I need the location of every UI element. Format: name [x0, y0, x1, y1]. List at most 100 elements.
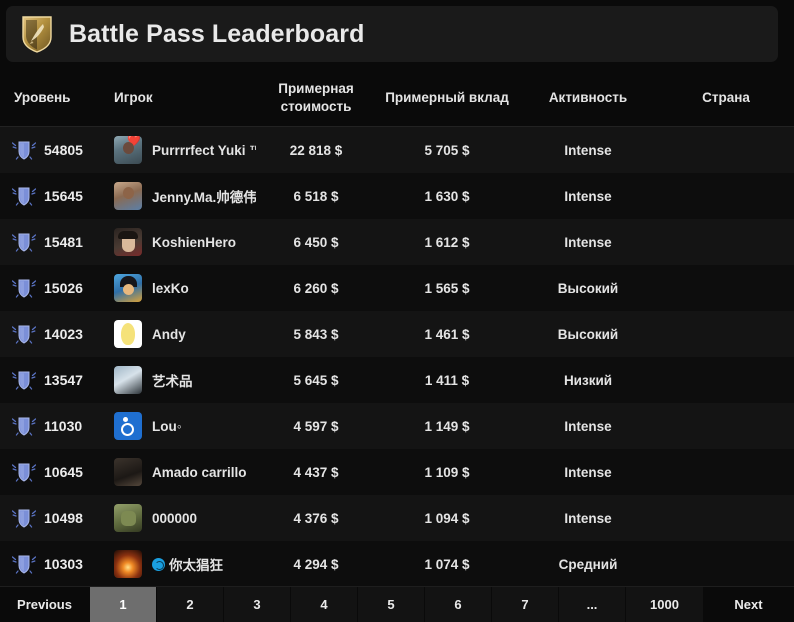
cell-level: 10498 — [0, 507, 104, 529]
level-shield-badge-icon — [11, 461, 37, 483]
table-row[interactable]: 15645 Jenny.Ma.帅德伟 6 518 $ 1 630 $ Intense — [0, 173, 794, 219]
header-card: Battle Pass Leaderboard — [6, 6, 778, 62]
cell-estimated-contribution: 1 149 $ — [424, 418, 470, 434]
player-name: Purrrrfect Yuki ™ — [152, 142, 256, 158]
dota-battle-pass-shield-icon — [20, 14, 54, 54]
level-shield-badge-icon — [11, 323, 37, 345]
cell-estimated-contribution: 1 411 $ — [424, 372, 470, 388]
cell-estimated-contribution: 1 074 $ — [424, 556, 470, 572]
page-title: Battle Pass Leaderboard — [69, 19, 365, 48]
cell-estimated-value: 4 437 $ — [293, 464, 339, 480]
cell-activity: Средний — [558, 556, 618, 572]
player-name-wrap: 艺术品 — [152, 370, 193, 390]
table-row[interactable]: 13547 艺术品 5 645 $ 1 411 $ Низкий — [0, 357, 794, 403]
table-row[interactable]: 54805 ❤️ Purrrrfect Yuki ™ 22 818 $ 5 705 $ I… — [0, 127, 794, 173]
cell-activity: Intense — [564, 464, 612, 480]
level-shield-badge-icon — [11, 185, 37, 207]
cell-estimated-value: 5 645 $ — [293, 372, 339, 388]
cell-estimated-contribution: 1 461 $ — [424, 326, 470, 342]
player-name: Jenny.Ma.帅德伟 — [152, 190, 256, 205]
avatar — [114, 182, 142, 210]
cell-activity: Высокий — [557, 280, 619, 296]
pagination-previous[interactable]: Previous — [0, 587, 90, 622]
cell-estimated-value: 4 376 $ — [293, 510, 339, 526]
table-row[interactable]: 10303 你太猖狂 4 294 $ 1 074 $ Средний — [0, 541, 794, 587]
cell-estimated-value: 4 597 $ — [293, 418, 339, 434]
level-shield-badge-icon — [11, 139, 37, 161]
player-name-wrap: Amado carrillo — [152, 465, 247, 480]
table-body: 54805 ❤️ Purrrrfect Yuki ™ 22 818 $ 5 705 $ I… — [0, 127, 794, 587]
pagination-page-1000[interactable]: 1000 — [626, 587, 704, 622]
level-value: 15481 — [44, 234, 83, 250]
level-shield-badge-icon — [11, 369, 37, 391]
player-name-wrap: Purrrrfect Yuki ™ — [152, 143, 256, 158]
column-header-contribution: Примерный вклад — [385, 89, 509, 105]
avatar — [114, 366, 142, 394]
cell-level: 13547 — [0, 369, 104, 391]
player-name: 艺术品 — [152, 374, 193, 389]
player-name: Amado carrillo — [152, 464, 247, 480]
cell-level: 15026 — [0, 277, 104, 299]
avatar: ❤️ — [114, 136, 142, 164]
table-row[interactable]: 15481 KoshienHero 6 450 $ 1 612 $ Intense — [0, 219, 794, 265]
cell-activity: Intense — [564, 188, 612, 204]
cell-player: Amado carrillo — [104, 458, 256, 486]
avatar — [114, 504, 142, 532]
pagination-pages: 1 2 3 4 5 6 7... 1000 — [90, 587, 704, 622]
cell-player: Lou◦ — [104, 412, 256, 440]
cell-player: 你太猖狂 — [104, 550, 256, 578]
level-value: 11030 — [44, 418, 83, 434]
pagination-page-6[interactable]: 6 — [425, 587, 492, 622]
table-row[interactable]: 10645 Amado carrillo 4 437 $ 1 109 $ Intense — [0, 449, 794, 495]
pagination-page-7[interactable]: 7 — [492, 587, 559, 622]
player-name-wrap: lexKo — [152, 281, 189, 296]
cell-estimated-value: 6 450 $ — [293, 234, 339, 250]
cell-activity: Intense — [564, 418, 612, 434]
level-value: 15026 — [44, 280, 83, 296]
pagination-page-2[interactable]: 2 — [157, 587, 224, 622]
cell-player: 000000 — [104, 504, 256, 532]
level-value: 10498 — [44, 510, 83, 526]
cell-level: 10645 — [0, 461, 104, 483]
cell-estimated-contribution: 1 109 $ — [424, 464, 470, 480]
level-value: 13547 — [44, 372, 83, 388]
cell-level: 14023 — [0, 323, 104, 345]
column-header-country: Страна — [702, 89, 750, 105]
pagination-page-1[interactable]: 1 — [90, 587, 157, 622]
table-row[interactable]: 10498 000000 4 376 $ 1 094 $ Intense — [0, 495, 794, 541]
cell-estimated-value: 6 260 $ — [293, 280, 339, 296]
pagination-page-5[interactable]: 5 — [358, 587, 425, 622]
cell-estimated-contribution: 5 705 $ — [424, 142, 470, 158]
table-row[interactable]: 14023 Andy 5 843 $ 1 461 $ Высокий — [0, 311, 794, 357]
cell-level: 15481 — [0, 231, 104, 253]
table-row[interactable]: 11030 Lou◦ 4 597 $ 1 149 $ Intense — [0, 403, 794, 449]
cell-level: 15645 — [0, 185, 104, 207]
player-name-wrap: KoshienHero — [152, 235, 236, 250]
cell-estimated-contribution: 1 630 $ — [424, 188, 470, 204]
cell-level: 11030 — [0, 415, 104, 437]
cell-estimated-value: 5 843 $ — [293, 326, 339, 342]
cell-player: 艺术品 — [104, 366, 256, 394]
column-header-level: Уровень — [14, 89, 71, 105]
level-value: 10303 — [44, 556, 83, 572]
pagination-next[interactable]: Next — [704, 587, 794, 622]
level-value: 10645 — [44, 464, 83, 480]
leaderboard-app: Battle Pass Leaderboard Уровень Игрок Пр… — [0, 0, 794, 622]
pagination-page-3[interactable]: 3 — [224, 587, 291, 622]
pagination-page-4[interactable]: 4 — [291, 587, 358, 622]
player-name: lexKo — [152, 280, 189, 296]
level-shield-badge-icon — [11, 277, 37, 299]
level-shield-badge-icon — [11, 553, 37, 575]
avatar — [114, 274, 142, 302]
cell-activity: Intense — [564, 234, 612, 250]
pagination-page-ellipsis: ... — [559, 587, 626, 622]
player-name-wrap: Andy — [152, 327, 186, 342]
table-row[interactable]: 15026 lexKo 6 260 $ 1 565 $ Высокий — [0, 265, 794, 311]
cell-estimated-contribution: 1 565 $ — [424, 280, 470, 296]
cell-activity: Intense — [564, 510, 612, 526]
player-name: Andy — [152, 326, 186, 342]
avatar — [114, 412, 142, 440]
avatar — [114, 320, 142, 348]
column-header-value: Примерная стоимость — [278, 80, 354, 114]
level-shield-badge-icon — [11, 415, 37, 437]
